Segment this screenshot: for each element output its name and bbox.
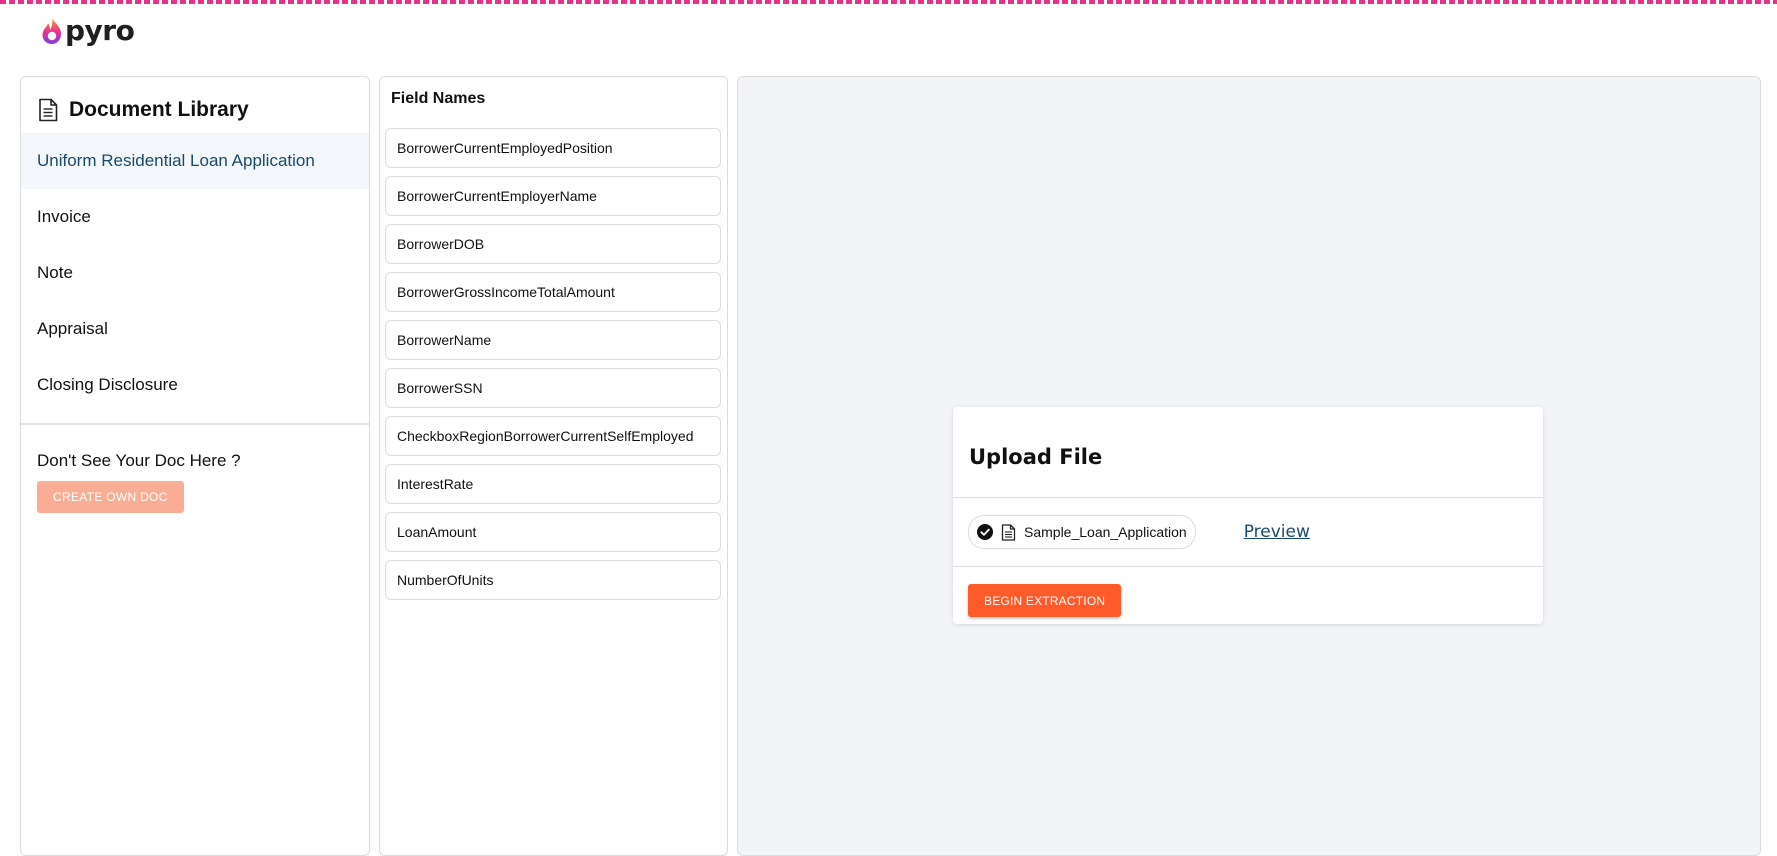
brand-logo[interactable]: pyro xyxy=(40,14,135,48)
file-icon xyxy=(1001,523,1016,541)
document-type-list: Uniform Residential Loan Application Inv… xyxy=(21,133,369,413)
field-names-title: Field Names xyxy=(391,90,486,107)
flame-icon xyxy=(42,17,62,44)
field-name-item[interactable]: LoanAmount xyxy=(385,512,721,552)
field-name-item[interactable]: BorrowerDOB xyxy=(385,224,721,264)
document-library-panel: Document Library Uniform Residential Loa… xyxy=(20,76,370,856)
document-type-item[interactable]: Invoice xyxy=(21,189,369,245)
missing-doc-prompt: Don't See Your Doc Here ? xyxy=(37,451,241,470)
library-footer: Don't See Your Doc Here ? CREATE OWN DOC xyxy=(21,425,369,513)
document-type-item[interactable]: Note xyxy=(21,245,369,301)
document-type-item[interactable]: Closing Disclosure xyxy=(21,357,369,413)
field-name-item[interactable]: BorrowerCurrentEmployerName xyxy=(385,176,721,216)
begin-extraction-button[interactable]: BEGIN EXTRACTION xyxy=(968,584,1122,617)
document-library-title: Document Library xyxy=(69,98,249,121)
field-names-list: BorrowerCurrentEmployedPosition Borrower… xyxy=(380,128,727,600)
document-type-item[interactable]: Appraisal xyxy=(21,301,369,357)
preview-link[interactable]: Preview xyxy=(1244,522,1310,542)
field-name-item[interactable]: NumberOfUnits xyxy=(385,560,721,600)
document-icon xyxy=(39,98,58,122)
uploaded-file-name: Sample_Loan_Application xyxy=(1024,524,1187,540)
upload-file-title: Upload File xyxy=(969,445,1103,469)
field-name-item[interactable]: InterestRate xyxy=(385,464,721,504)
upload-actions: BEGIN EXTRACTION xyxy=(953,567,1543,617)
document-library-header: Document Library xyxy=(21,87,369,133)
field-name-item[interactable]: BorrowerGrossIncomeTotalAmount xyxy=(385,272,721,312)
field-name-item[interactable]: BorrowerSSN xyxy=(385,368,721,408)
uploaded-file-row: Sample_Loan_Application Preview xyxy=(953,498,1543,566)
field-name-item[interactable]: BorrowerCurrentEmployedPosition xyxy=(385,128,721,168)
brand-name: pyro xyxy=(65,14,135,47)
upload-file-card: Upload File Sample_Loan_Application Prev… xyxy=(953,407,1543,624)
top-decorative-border xyxy=(0,0,1777,4)
uploaded-file-chip[interactable]: Sample_Loan_Application xyxy=(968,515,1196,549)
check-circle-icon xyxy=(977,524,993,540)
field-name-item[interactable]: BorrowerName xyxy=(385,320,721,360)
field-name-item[interactable]: CheckboxRegionBorrowerCurrentSelfEmploye… xyxy=(385,416,721,456)
document-type-item[interactable]: Uniform Residential Loan Application xyxy=(21,133,369,189)
field-names-panel: Field Names BorrowerCurrentEmployedPosit… xyxy=(379,76,728,856)
create-own-doc-button[interactable]: CREATE OWN DOC xyxy=(37,481,184,513)
